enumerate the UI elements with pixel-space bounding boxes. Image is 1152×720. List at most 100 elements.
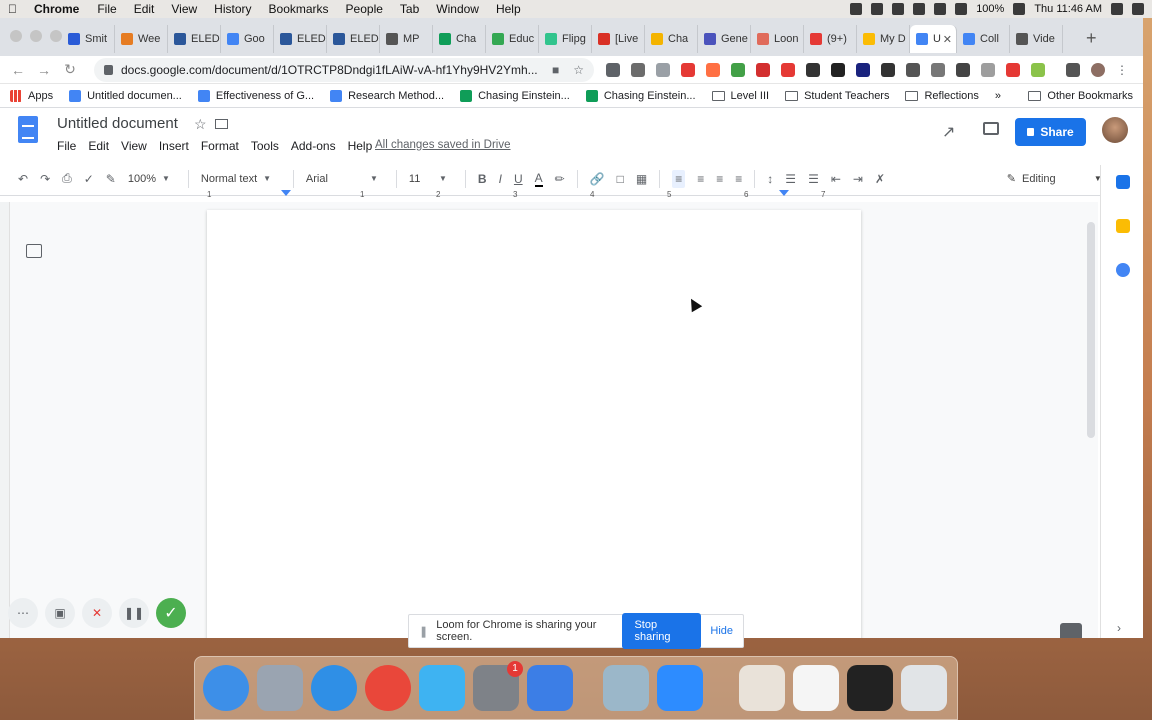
explore-icon[interactable] xyxy=(1060,623,1082,638)
docs-menu-file[interactable]: File xyxy=(57,139,76,153)
loom-status-icon[interactable] xyxy=(892,3,905,15)
battery-icon[interactable] xyxy=(1013,3,1026,15)
dock-trash-icon[interactable] xyxy=(901,665,947,711)
bookmark-item[interactable]: Chasing Einstein... xyxy=(585,89,696,102)
activity-trend-icon[interactable]: ↗ xyxy=(942,122,955,142)
extension-icon[interactable] xyxy=(1006,62,1020,77)
tab[interactable]: Smit xyxy=(62,25,115,53)
extension-icon[interactable] xyxy=(656,62,670,77)
tab[interactable]: MP xyxy=(380,25,433,53)
reload-button[interactable]: ↻ xyxy=(60,61,80,78)
docs-menu-tools[interactable]: Tools xyxy=(251,139,279,153)
bookmark-item[interactable]: Research Method... xyxy=(330,89,444,102)
menubar-people[interactable]: People xyxy=(346,2,383,16)
dock-zoom-icon[interactable] xyxy=(657,665,703,711)
drag-handle-icon[interactable]: ❚ xyxy=(419,625,428,638)
align-right-icon[interactable]: ≡ xyxy=(716,172,723,186)
tab[interactable]: My D xyxy=(857,25,910,53)
move-folder-icon[interactable] xyxy=(215,119,228,129)
docs-menu-insert[interactable]: Insert xyxy=(159,139,189,153)
pause-icon[interactable]: ❚❚ xyxy=(119,598,149,628)
spellcheck-icon[interactable]: ✓ xyxy=(84,172,94,186)
menubar-view[interactable]: View xyxy=(171,2,197,16)
bookmark-item[interactable]: Other Bookmarks xyxy=(1028,90,1133,102)
forward-button[interactable]: → xyxy=(34,62,54,78)
clear-formatting-icon[interactable]: ✗ xyxy=(875,172,885,186)
menubar-edit[interactable]: Edit xyxy=(134,2,155,16)
dock-system-preferences-icon[interactable]: 1 xyxy=(473,661,523,711)
expand-panel-icon[interactable]: › xyxy=(1117,621,1121,635)
tab[interactable]: ELED xyxy=(274,25,327,53)
bookmark-item[interactable]: Reflections xyxy=(905,90,979,102)
left-indent-marker[interactable] xyxy=(281,190,291,196)
calendar-icon[interactable] xyxy=(1116,175,1130,189)
account-avatar[interactable] xyxy=(1102,117,1128,143)
tab[interactable]: Cha xyxy=(645,25,698,53)
menubar-bookmarks[interactable]: Bookmarks xyxy=(269,2,329,16)
extension-icon[interactable] xyxy=(981,62,995,77)
wifi-icon[interactable] xyxy=(955,3,968,15)
extension-icon[interactable] xyxy=(781,62,795,77)
menubar-help[interactable]: Help xyxy=(496,2,521,16)
insert-image-icon[interactable]: ▦ xyxy=(636,172,647,186)
save-status-link[interactable]: All changes saved in Drive xyxy=(375,139,511,151)
bookmark-item[interactable]: Level III xyxy=(711,90,769,102)
tab[interactable]: Coll xyxy=(957,25,1010,53)
link-icon[interactable]: 🔗 xyxy=(590,172,605,186)
bookmark-item[interactable]: Chasing Einstein... xyxy=(460,89,570,102)
text-color-icon[interactable]: A xyxy=(534,171,543,187)
cancel-recording-icon[interactable]: ✕ xyxy=(82,598,112,628)
align-center-icon[interactable]: ≡ xyxy=(697,172,704,186)
zoom-select[interactable]: 100% ▼ xyxy=(128,173,170,185)
tab[interactable]: Wee xyxy=(115,25,168,53)
menubar-app-name[interactable]: Chrome xyxy=(34,2,79,16)
dock-preview-icon[interactable] xyxy=(603,665,649,711)
dock-terminal-window-icon[interactable] xyxy=(847,665,893,711)
share-button[interactable]: Share xyxy=(1015,118,1086,146)
comment-history-icon[interactable] xyxy=(983,122,999,135)
tab[interactable]: Educ xyxy=(486,25,539,53)
menubar-file[interactable]: File xyxy=(97,2,116,16)
reading-list-icon[interactable] xyxy=(1066,62,1080,77)
editing-mode-select[interactable]: ✎ Editing ▼ xyxy=(1007,172,1102,186)
decrease-indent-icon[interactable]: ⇤ xyxy=(831,172,841,186)
camera-icon[interactable]: ■ xyxy=(552,63,559,77)
bold-icon[interactable]: B xyxy=(478,172,487,186)
docs-menu-edit[interactable]: Edit xyxy=(88,139,109,153)
line-spacing-icon[interactable]: ↕ xyxy=(767,172,773,186)
maximize-window-button[interactable] xyxy=(50,30,62,42)
camera-toggle-icon[interactable]: ▣ xyxy=(45,598,75,628)
bookmark-star-icon[interactable]: ☆ xyxy=(573,63,584,77)
bulleted-list-icon[interactable]: ☰ xyxy=(808,172,819,186)
address-bar[interactable]: docs.google.com/document/d/1OTRCTP8Dndgi… xyxy=(94,57,594,82)
highlight-icon[interactable]: ✏ xyxy=(555,172,565,186)
close-tab-icon[interactable]: ✕ xyxy=(943,33,952,46)
tab[interactable]: [Live xyxy=(592,25,645,53)
document-outline-icon[interactable] xyxy=(26,244,42,258)
align-left-icon[interactable]: ≡ xyxy=(672,169,686,188)
docs-menu-help[interactable]: Help xyxy=(348,139,373,153)
font-size-select[interactable]: 11 ▼ xyxy=(409,173,447,185)
docs-menu-view[interactable]: View xyxy=(121,139,147,153)
document-page[interactable] xyxy=(207,210,861,638)
dock-chrome-icon[interactable] xyxy=(365,665,411,711)
more-options-icon[interactable]: ⋯ xyxy=(8,598,38,628)
numbered-list-icon[interactable]: ☰ xyxy=(785,172,796,186)
tab[interactable]: Loon xyxy=(751,25,804,53)
tasks-icon[interactable] xyxy=(1116,263,1130,277)
extension-icon[interactable] xyxy=(956,62,970,77)
tab[interactable]: Flipg xyxy=(539,25,592,53)
justify-icon[interactable]: ≡ xyxy=(735,172,742,186)
dock-messages-icon[interactable] xyxy=(419,665,465,711)
tab[interactable]: (9+) xyxy=(804,25,857,53)
tab[interactable]: U ✕ xyxy=(910,25,957,53)
extension-icon[interactable] xyxy=(631,62,645,77)
bookmark-item[interactable]: Apps xyxy=(10,89,53,102)
bookmark-item[interactable]: Untitled documen... xyxy=(69,89,182,102)
back-button[interactable]: ← xyxy=(8,62,28,78)
horizontal-ruler[interactable]: 1 1 2 3 4 5 6 7 xyxy=(207,190,861,200)
tab[interactable]: Goo xyxy=(221,25,274,53)
zoom-status-icon[interactable] xyxy=(850,3,863,15)
hide-button[interactable]: Hide xyxy=(710,625,733,637)
extension-icon[interactable] xyxy=(731,62,745,77)
